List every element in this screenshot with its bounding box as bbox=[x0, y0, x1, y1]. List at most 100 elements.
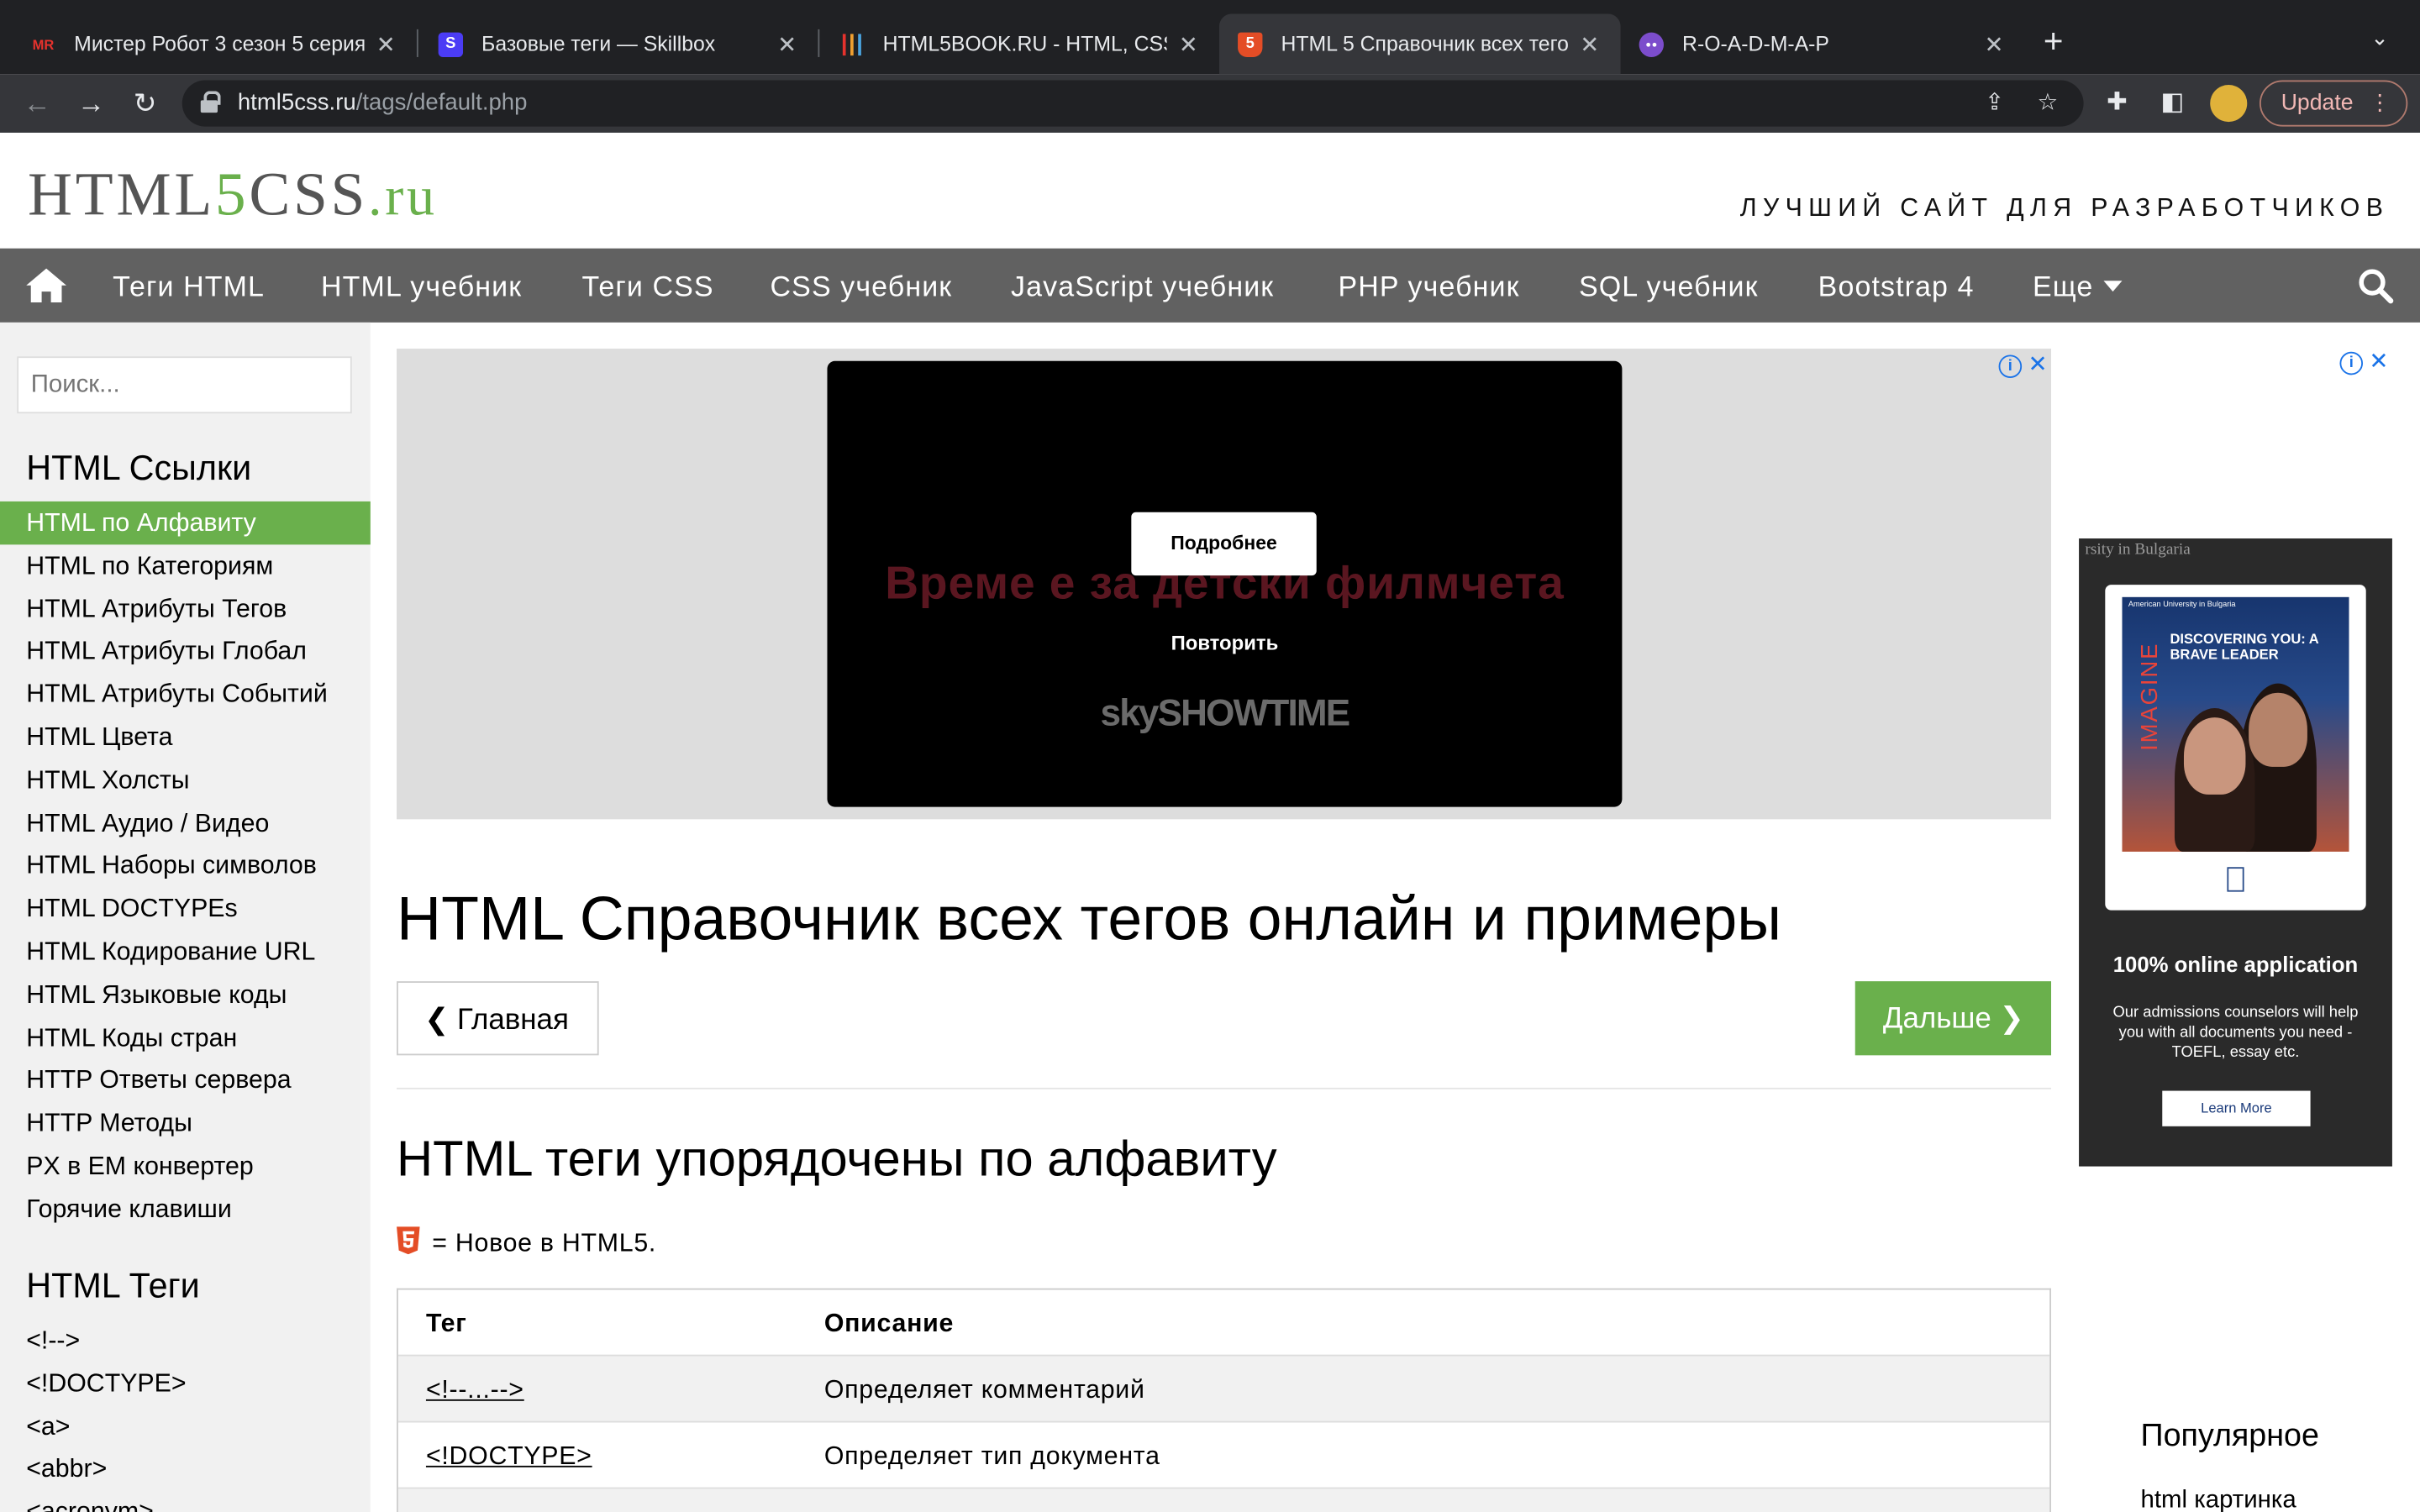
nav-bootstrap[interactable]: Bootstrap 4 bbox=[1818, 270, 1975, 303]
site-logo[interactable]: HTML5CSS.ru bbox=[28, 157, 438, 229]
profile-avatar[interactable] bbox=[2210, 85, 2248, 123]
tab-skillbox[interactable]: S Базовые теги — Skillbox ✕ bbox=[420, 14, 818, 75]
tab-title: Базовые теги — Skillbox bbox=[481, 32, 716, 56]
home-icon[interactable] bbox=[24, 267, 67, 304]
bookmark-star-icon[interactable]: ☆ bbox=[2037, 88, 2058, 116]
nav-sql-tutorial[interactable]: SQL учебник bbox=[1579, 270, 1759, 303]
ad-close-icon[interactable]: ✕ bbox=[2028, 354, 2047, 378]
sidebar-item-tag[interactable]: <a> bbox=[26, 1413, 70, 1442]
ad-more-button[interactable]: Подробнее bbox=[1131, 512, 1317, 576]
caret-down-icon bbox=[2104, 281, 2123, 292]
sidebar-item-reference[interactable]: HTML Атрибуты Событий bbox=[0, 673, 371, 716]
forward-arrow-icon[interactable]: → bbox=[71, 83, 111, 123]
tab-separator bbox=[416, 29, 418, 57]
nav-js-tutorial[interactable]: JavaScript учебник bbox=[1011, 270, 1274, 303]
ad-learn-more-button[interactable]: Learn More bbox=[2162, 1090, 2311, 1126]
nav-more-dropdown[interactable]: Еще bbox=[2033, 270, 2123, 303]
ad-person-face bbox=[2183, 717, 2246, 795]
sidebar-item-reference[interactable]: HTTP Ответы сервера bbox=[0, 1059, 371, 1102]
ad-card: American University in Bulgaria IMAGINE … bbox=[2105, 585, 2366, 911]
more-vertical-icon[interactable]: ⋮ bbox=[2369, 90, 2391, 116]
sidebar-item-reference[interactable]: HTML Атрибуты Глобал bbox=[0, 630, 371, 673]
sidebar-item-reference[interactable]: HTML Кодирование URL bbox=[0, 931, 371, 974]
sidebar-item-reference[interactable]: HTML Коды стран bbox=[0, 1016, 371, 1059]
sidebar-item-tag[interactable]: <acronym> bbox=[26, 1499, 154, 1512]
nav-css-tags[interactable]: Теги CSS bbox=[581, 270, 713, 303]
sidebar-item-reference[interactable]: Горячие клавиши bbox=[0, 1188, 371, 1231]
ad-video-player[interactable]: Време е за детски филмчета Подробнее Пов… bbox=[827, 360, 1623, 807]
browser-tab-strip: MR Мистер Робот 3 сезон 5 серия ✕ S Базо… bbox=[0, 0, 2420, 75]
sidebar-item-reference[interactable]: HTTP Методы bbox=[0, 1102, 371, 1145]
tab-roadmap[interactable]: R-O-A-D-M-A-P ✕ bbox=[1621, 14, 2025, 75]
tab-title: R-O-A-D-M-A-P bbox=[1682, 32, 1829, 56]
back-arrow-icon[interactable]: ← bbox=[17, 83, 57, 123]
tag-description: Определяет комментарий bbox=[823, 1376, 1145, 1404]
sidebar-item-reference[interactable]: HTML Аудио / Видео bbox=[0, 801, 371, 844]
sidebar-item-tag[interactable]: <abbr> bbox=[26, 1456, 107, 1485]
tab-close-icon[interactable]: ✕ bbox=[1577, 30, 1602, 58]
sidebar-item-reference[interactable]: HTML DOCTYPEs bbox=[0, 887, 371, 930]
right-ad-controls: i ✕ bbox=[2339, 350, 2388, 375]
sidebar-item-reference[interactable]: PX в EM конвертер bbox=[0, 1145, 371, 1188]
html5-favicon: 5 bbox=[1238, 31, 1263, 57]
sidebar-item-reference[interactable]: HTML по Категориям bbox=[0, 544, 371, 587]
sidebar-item-tag[interactable]: <!DOCTYPE> bbox=[26, 1370, 186, 1399]
ad-controls: i ✕ bbox=[1998, 354, 2048, 379]
sidebar-item-reference[interactable]: HTML Холсты bbox=[0, 759, 371, 801]
popular-link[interactable]: html картинка bbox=[2141, 1488, 2296, 1512]
share-icon[interactable]: ⇪ bbox=[1985, 88, 2004, 116]
table-row: <!DOCTYPE> Определяет тип документа bbox=[397, 1422, 2050, 1489]
tag-link[interactable]: <!DOCTYPE> bbox=[426, 1442, 592, 1470]
update-button[interactable]: Update ⋮ bbox=[2259, 80, 2408, 127]
tab-html5css-active[interactable]: 5 HTML 5 Справочник всех тегов ✕ bbox=[1219, 13, 1621, 75]
search-icon[interactable] bbox=[2357, 267, 2394, 304]
sidebar-item-reference[interactable]: HTML Цвета bbox=[0, 716, 371, 759]
sidebar-item-reference[interactable]: HTML Языковые коды bbox=[0, 974, 371, 1016]
tags-table: Тег Описание <!--...--> Определяет комме… bbox=[397, 1288, 2052, 1512]
tab-html5book[interactable]: HTML5BOOK.RU - HTML, CSS ✕ bbox=[821, 14, 1219, 75]
tab-close-icon[interactable]: ✕ bbox=[1176, 30, 1201, 58]
nav-php-tutorial[interactable]: PHP учебник bbox=[1338, 270, 1519, 303]
table-header-tag: Тег bbox=[425, 1310, 467, 1338]
sidebar-item-reference[interactable]: HTML Атрибуты Тегов bbox=[0, 587, 371, 630]
tab-close-icon[interactable]: ✕ bbox=[1981, 30, 2006, 58]
sidebar-heading-references: HTML Ссылки bbox=[26, 449, 252, 488]
address-bar[interactable]: html5css.ru/tags/default.php ⇪ ☆ bbox=[182, 80, 2084, 127]
new-tab-plus-icon[interactable]: + bbox=[2044, 22, 2064, 62]
sidebar-item-reference[interactable]: HTML по Алфавиту bbox=[0, 501, 371, 545]
ad-info-icon[interactable]: i bbox=[2339, 351, 2364, 375]
ad-top-text: rsity in Bulgaria bbox=[2085, 541, 2191, 559]
ad-replay-button[interactable]: Повторить bbox=[827, 631, 1622, 654]
tab-mr-robot[interactable]: MR Мистер Робот 3 сезон 5 серия ✕ bbox=[13, 14, 417, 75]
nav-html-tags[interactable]: Теги HTML bbox=[113, 270, 265, 303]
side-panel-icon[interactable]: ◧ bbox=[2160, 87, 2184, 118]
university-ad[interactable]: rsity in Bulgaria American University in… bbox=[2079, 538, 2392, 1167]
tab-title: Мистер Робот 3 сезон 5 серия bbox=[74, 32, 365, 56]
ad-headline: 100% online application bbox=[2112, 952, 2359, 977]
reload-icon[interactable]: ↻ bbox=[125, 83, 166, 123]
popular-heading: Популярное bbox=[2140, 1417, 2319, 1454]
html5book-favicon bbox=[839, 32, 864, 56]
sidebar-item-tag[interactable]: <!--> bbox=[26, 1327, 80, 1357]
sidebar-search-input[interactable] bbox=[17, 356, 352, 414]
site-tagline: ЛУЧШИЙ САЙТ ДЛЯ РАЗРАБОТЧИКОВ bbox=[1739, 194, 2390, 223]
table-row bbox=[397, 1488, 2050, 1512]
tab-close-icon[interactable]: ✕ bbox=[373, 30, 397, 58]
tag-link[interactable]: <!--...--> bbox=[426, 1376, 524, 1404]
html5-legend-text: = Новое в HTML5. bbox=[432, 1229, 657, 1257]
html5-badge-icon bbox=[397, 1226, 420, 1255]
prev-home-button[interactable]: ❮ Главная bbox=[397, 981, 599, 1056]
tab-title: HTML5BOOK.RU - HTML, CSS bbox=[882, 32, 1167, 56]
sidebar-item-reference[interactable]: HTML Наборы символов bbox=[0, 844, 371, 887]
nav-css-tutorial[interactable]: CSS учебник bbox=[771, 270, 953, 303]
university-emblem-icon bbox=[2227, 867, 2244, 892]
tab-close-icon[interactable]: ✕ bbox=[775, 30, 799, 58]
ad-close-icon[interactable]: ✕ bbox=[2369, 350, 2388, 375]
nav-html-tutorial[interactable]: HTML учебник bbox=[321, 270, 522, 303]
next-button[interactable]: Дальше ❯ bbox=[1854, 981, 2052, 1056]
extensions-puzzle-icon[interactable]: ✚ bbox=[2107, 87, 2128, 118]
tab-search-chevron-icon[interactable]: ⌄ bbox=[2370, 24, 2389, 50]
tab-title: HTML 5 Справочник всех тегов bbox=[1281, 32, 1569, 56]
lock-icon bbox=[200, 91, 221, 113]
ad-info-icon[interactable]: i bbox=[1998, 354, 2023, 379]
